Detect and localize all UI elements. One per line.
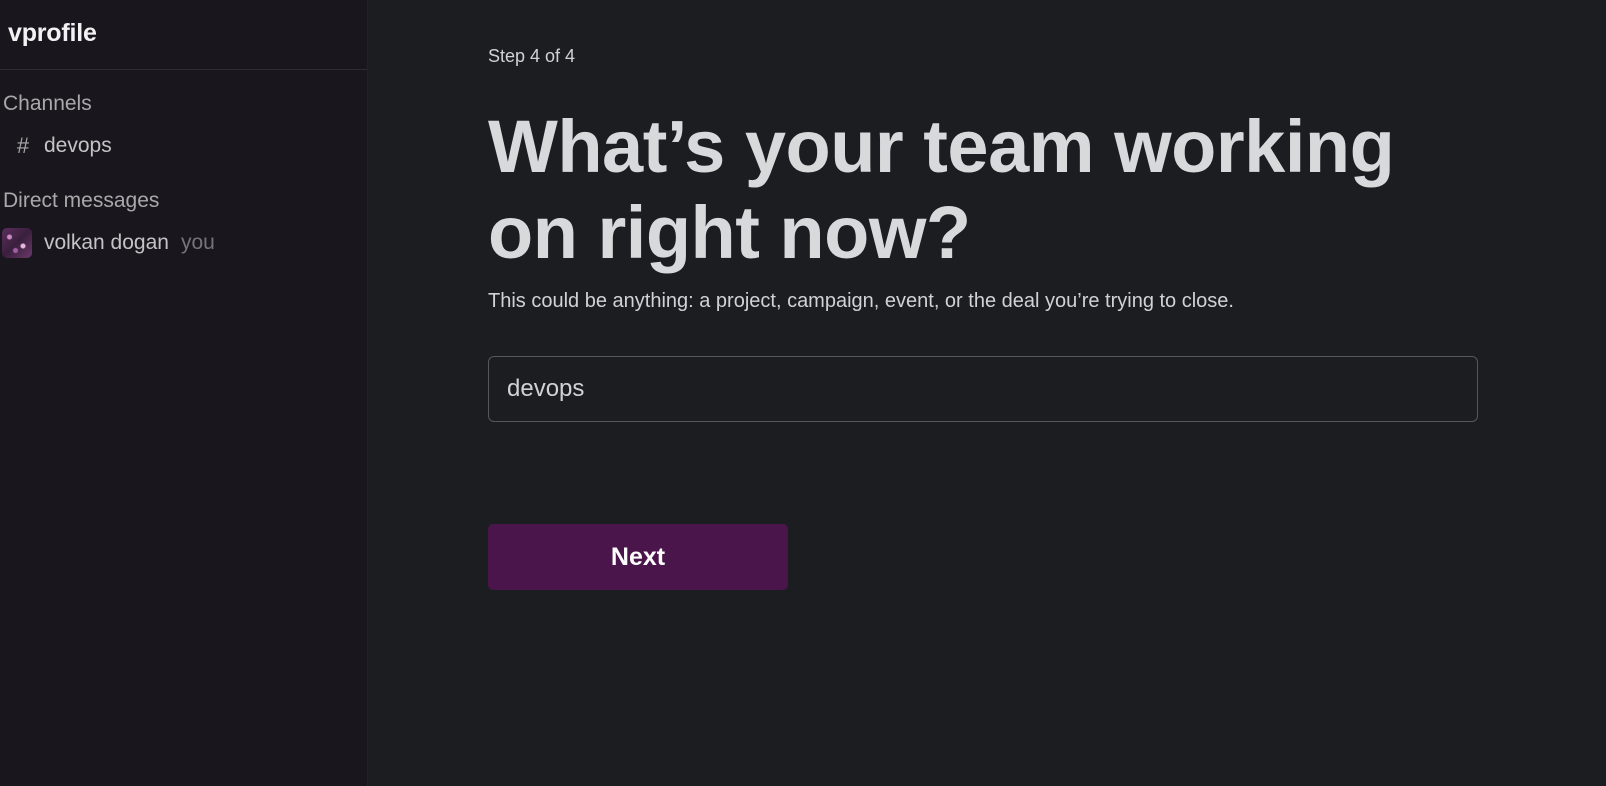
dm-label: volkan dogan	[44, 231, 169, 254]
next-button[interactable]: Next	[488, 524, 788, 590]
main-content: Step 4 of 4 What’s your team working on …	[368, 0, 1606, 786]
page-description: This could be anything: a project, campa…	[488, 290, 1234, 312]
page-title: What’s your team working on right now?	[488, 105, 1395, 274]
direct-messages-section-title[interactable]: Direct messages	[0, 186, 367, 216]
sidebar-item-devops[interactable]: # devops	[0, 129, 367, 163]
step-indicator: Step 4 of 4	[488, 46, 576, 66]
project-name-input[interactable]	[488, 356, 1478, 422]
sidebar: vprofile Channels # devops Direct messag…	[0, 0, 368, 786]
channel-label: devops	[44, 134, 112, 157]
you-label: you	[180, 231, 215, 254]
workspace-name[interactable]: vprofile	[8, 19, 97, 47]
avatar	[2, 228, 32, 258]
workspace-header[interactable]: vprofile	[0, 0, 367, 70]
app-window: vprofile Channels # devops Direct messag…	[0, 0, 1606, 786]
sidebar-item-volkan-dogan[interactable]: volkan dogan you	[0, 226, 367, 260]
channels-section-title[interactable]: Channels	[0, 89, 367, 119]
hash-icon: #	[16, 133, 30, 158]
